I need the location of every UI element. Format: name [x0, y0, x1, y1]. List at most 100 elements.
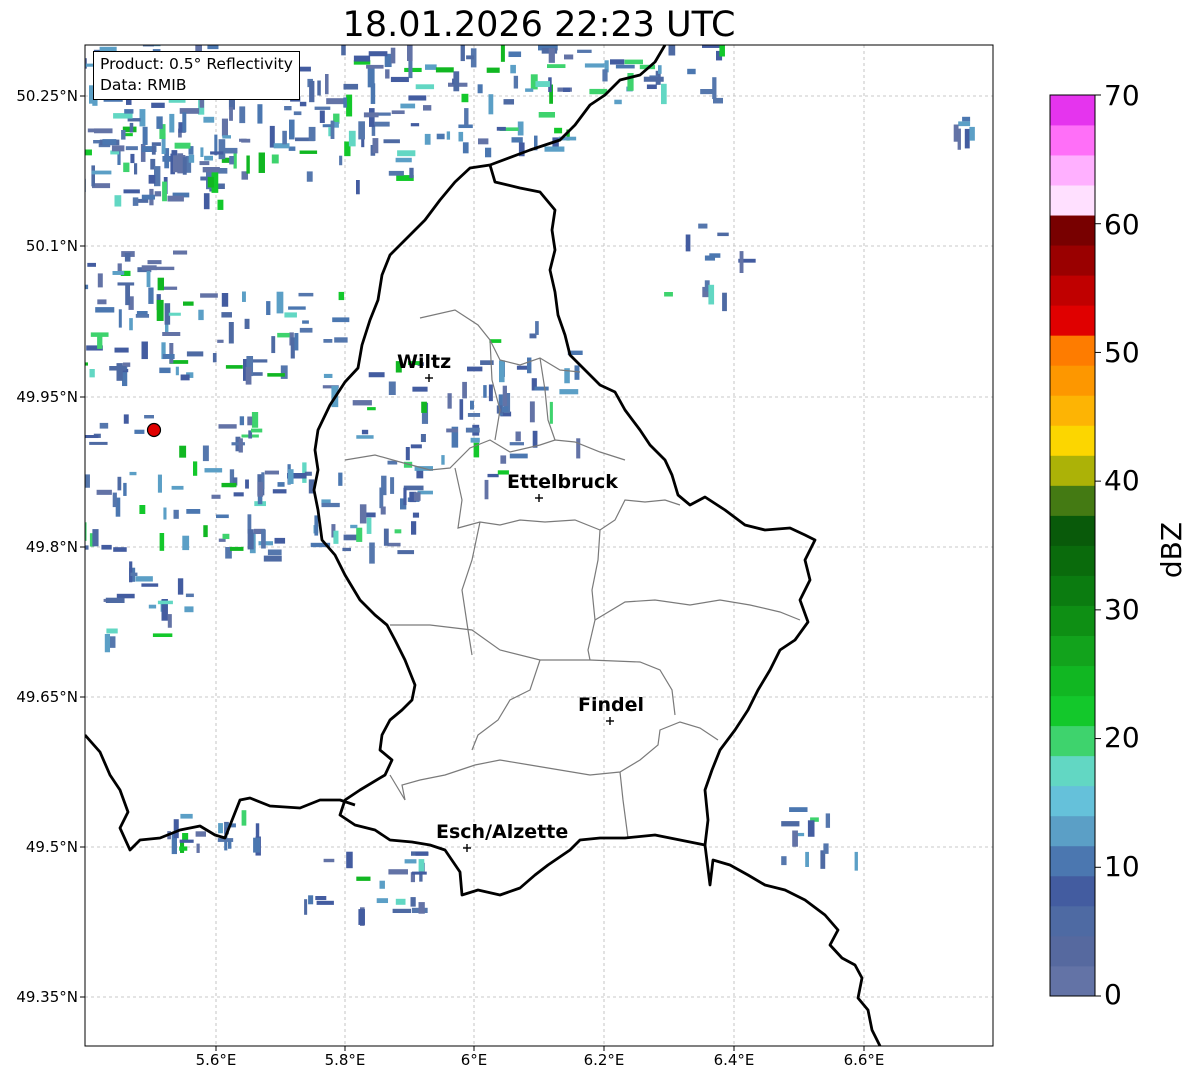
colorbar-bin — [1050, 275, 1095, 306]
echo-cell — [177, 153, 184, 174]
echo-cell — [508, 51, 522, 58]
lat-label: 50.25°N — [16, 87, 78, 105]
echo-cell — [789, 807, 808, 813]
echo-cell — [477, 84, 483, 94]
echo-cell — [59, 68, 64, 78]
echo-cell — [200, 147, 204, 158]
echo-cell — [91, 170, 112, 175]
echo-cell — [486, 67, 500, 73]
echo-cell — [239, 416, 245, 426]
echo-cell — [368, 372, 385, 378]
echo-cell — [92, 529, 99, 547]
echo-cell — [446, 131, 451, 140]
echo-cell — [272, 489, 287, 494]
echo-cell — [242, 291, 246, 302]
echo-cell — [284, 106, 292, 111]
echo-cell — [338, 291, 345, 301]
echo-cell — [394, 529, 402, 534]
colorbar-bin — [1050, 905, 1095, 937]
echo-cell — [554, 127, 563, 134]
colorbar-bin — [1050, 965, 1095, 997]
echo-cell — [461, 93, 469, 103]
echo-cell — [55, 35, 61, 40]
echo-cell — [421, 401, 427, 413]
echo-cell — [273, 143, 290, 149]
echo-cell — [136, 311, 148, 315]
echo-cell — [484, 479, 489, 500]
echo-cell — [513, 75, 519, 89]
colorbar-label: dBZ — [1155, 521, 1184, 579]
echo-cell — [55, 105, 59, 118]
echo-cell — [610, 59, 625, 65]
colorbar-tick-label: 0 — [1104, 978, 1122, 1011]
echo-cell — [574, 24, 583, 29]
echo-cell — [390, 47, 396, 64]
echo-cell — [193, 22, 197, 39]
echo-cell — [374, 121, 390, 127]
echo-cell — [462, 142, 469, 154]
echo-cell — [193, 461, 198, 476]
colorbar-bin — [1050, 665, 1095, 697]
echo-cell — [823, 843, 829, 854]
echo-cell — [139, 109, 146, 127]
radar-site-marker — [146, 422, 162, 438]
echo-cell — [157, 277, 165, 291]
echo-cell — [353, 55, 371, 62]
echo-cell — [333, 530, 339, 544]
echo-cell — [496, 126, 506, 131]
echo-cell — [94, 128, 113, 134]
echo-cell — [286, 32, 294, 35]
echo-cell — [169, 343, 174, 364]
colorbar-tick-label: 30 — [1104, 593, 1140, 626]
colorbar-bin — [1050, 185, 1095, 216]
echo-cell — [792, 830, 798, 847]
lat-label: 49.35°N — [16, 988, 78, 1006]
echo-cell — [460, 45, 465, 62]
echo-cell — [229, 107, 233, 121]
echo-cell — [854, 851, 858, 871]
echo-cell — [162, 181, 167, 202]
echo-cell — [87, 128, 95, 133]
city-label-wiltz: Wiltz — [397, 351, 452, 373]
echo-cell — [323, 339, 333, 343]
echo-cell — [51, 60, 57, 68]
echo-cell — [171, 485, 184, 490]
echo-cell — [99, 422, 109, 429]
echo-cell — [117, 476, 122, 491]
echo-cell — [356, 435, 374, 439]
echo-cell — [404, 67, 422, 73]
echo-cell — [244, 318, 250, 329]
echo-cell — [288, 146, 296, 151]
echo-cell — [50, 113, 61, 116]
colorbar-bin — [1050, 935, 1095, 967]
echo-cell — [180, 813, 193, 819]
echo-cell — [151, 26, 158, 34]
echo-cell — [195, 831, 206, 837]
colorbar-bin — [1050, 305, 1095, 336]
echo-cell — [251, 412, 259, 428]
echo-cell — [218, 424, 237, 429]
echo-cell — [277, 482, 285, 487]
lat-label: 49.95°N — [16, 388, 78, 406]
echo-cell — [359, 504, 367, 524]
echo-cell — [515, 431, 521, 442]
echo-cell — [334, 337, 348, 343]
echo-cell — [704, 255, 716, 261]
echo-cell — [321, 502, 340, 508]
echo-cell — [216, 20, 228, 23]
echo-cell — [148, 604, 157, 609]
echo-cell — [217, 199, 224, 210]
echo-cell — [416, 470, 424, 479]
echo-cell — [509, 453, 528, 459]
echo-cell — [584, 63, 605, 68]
echo-cell — [221, 118, 229, 137]
echo-cell — [120, 22, 132, 27]
echo-cell — [319, 110, 325, 123]
echo-cell — [114, 347, 129, 353]
echo-cell — [470, 400, 474, 410]
echo-cell — [112, 271, 125, 275]
data-source-text: Data: RMIB — [100, 76, 187, 94]
echo-cell — [182, 112, 187, 133]
echo-cell — [142, 126, 148, 145]
echo-cell — [466, 55, 474, 60]
